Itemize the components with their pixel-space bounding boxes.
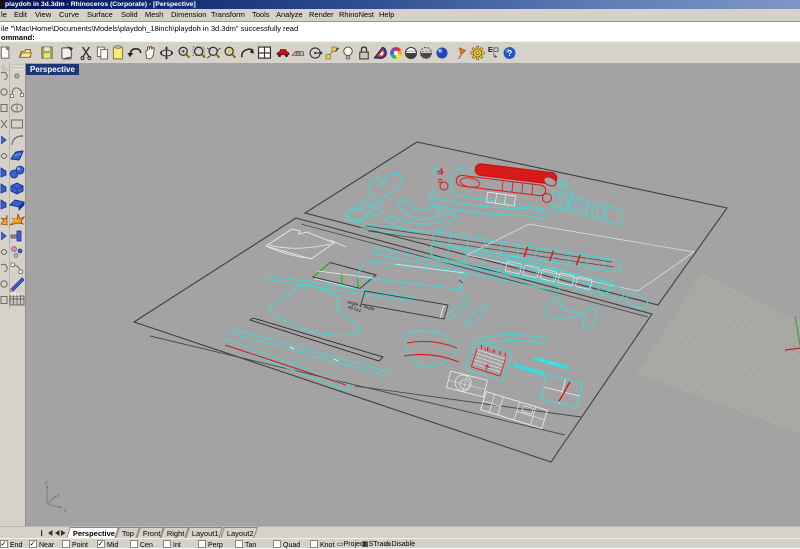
svg-text:x: x: [63, 508, 67, 514]
svg-text:y: y: [56, 493, 61, 499]
svg-text:z: z: [44, 480, 48, 486]
svg-text:?: ?: [507, 48, 512, 58]
svg-text:↳: ↳: [492, 52, 498, 60]
svg-text:PLAY-DO: PLAY-DO: [483, 347, 497, 355]
